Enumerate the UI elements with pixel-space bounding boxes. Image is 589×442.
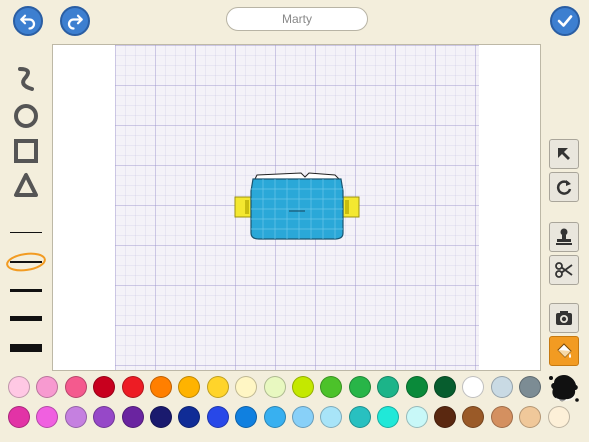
color-swatch[interactable] — [434, 376, 456, 398]
color-swatch[interactable] — [263, 376, 286, 398]
camera-icon — [556, 311, 572, 325]
drawing-canvas[interactable] — [52, 44, 541, 371]
freehand-tool[interactable] — [8, 64, 44, 94]
line-width-3[interactable] — [10, 289, 42, 292]
paint-bucket-icon — [557, 343, 572, 358]
color-swatch[interactable] — [206, 406, 229, 428]
stamp-tool-button[interactable] — [549, 222, 579, 252]
ink-splat-icon[interactable] — [548, 372, 580, 404]
color-swatch[interactable] — [490, 376, 513, 398]
color-swatch[interactable] — [348, 376, 371, 398]
line-width-4[interactable] — [10, 316, 42, 321]
triangle-tool[interactable] — [8, 170, 44, 200]
checkmark-icon — [557, 15, 573, 27]
color-swatch[interactable] — [547, 406, 570, 428]
color-swatch[interactable] — [93, 406, 116, 428]
rectangle-icon — [14, 139, 38, 163]
color-swatch[interactable] — [178, 376, 201, 398]
color-swatch[interactable] — [206, 376, 229, 398]
color-swatch[interactable] — [320, 406, 343, 428]
sprite-name-field[interactable]: Marty — [226, 7, 368, 31]
rectangle-tool[interactable] — [8, 136, 44, 166]
color-swatch[interactable] — [377, 376, 400, 398]
done-button[interactable] — [550, 6, 580, 36]
camera-tool-button[interactable] — [549, 303, 579, 333]
color-swatch[interactable] — [434, 406, 456, 428]
color-swatch[interactable] — [121, 406, 144, 428]
arrow-pointer-icon — [558, 148, 570, 160]
select-tool-button[interactable] — [549, 139, 579, 169]
color-swatch[interactable] — [462, 406, 485, 428]
color-swatch[interactable] — [235, 406, 258, 428]
color-swatch[interactable] — [93, 376, 116, 398]
ellipse-tool[interactable] — [8, 101, 44, 131]
color-swatch[interactable] — [292, 406, 314, 428]
color-swatch[interactable] — [405, 376, 428, 398]
color-swatch[interactable] — [64, 406, 87, 428]
scissors-icon — [555, 262, 573, 278]
undo-arrow-icon — [20, 14, 36, 30]
redo-arrow-icon — [67, 14, 83, 30]
paint-bucket-tool-button[interactable] — [549, 336, 579, 366]
line-width-1[interactable] — [10, 232, 42, 233]
color-swatch[interactable] — [150, 376, 172, 398]
color-swatch[interactable] — [320, 376, 343, 398]
cut-tool-button[interactable] — [549, 255, 579, 285]
color-swatch[interactable] — [178, 406, 201, 428]
color-swatch[interactable] — [263, 406, 286, 428]
selected-ring-icon — [6, 252, 46, 272]
color-swatch[interactable] — [150, 406, 172, 428]
color-swatch[interactable] — [348, 406, 371, 428]
color-swatch[interactable] — [36, 406, 59, 428]
color-swatch[interactable] — [462, 376, 485, 398]
rotate-icon — [556, 180, 572, 195]
canvas-sprite[interactable] — [231, 169, 363, 243]
color-swatch[interactable] — [8, 406, 30, 428]
undo-button[interactable] — [13, 6, 43, 36]
color-swatch[interactable] — [377, 406, 400, 428]
rotate-tool-button[interactable] — [549, 172, 579, 202]
stamp-icon — [556, 228, 572, 245]
squiggle-icon — [18, 67, 34, 91]
color-swatch[interactable] — [490, 406, 513, 428]
triangle-icon — [14, 173, 38, 197]
color-swatch[interactable] — [519, 376, 542, 398]
color-swatch[interactable] — [405, 406, 428, 428]
color-swatch[interactable] — [235, 376, 258, 398]
color-swatch[interactable] — [121, 376, 144, 398]
color-swatch[interactable] — [64, 376, 87, 398]
color-swatch[interactable] — [519, 406, 542, 428]
color-swatch[interactable] — [8, 376, 30, 398]
color-swatch[interactable] — [36, 376, 59, 398]
redo-button[interactable] — [60, 6, 90, 36]
color-swatch[interactable] — [292, 376, 314, 398]
line-width-5[interactable] — [10, 344, 42, 352]
ellipse-icon — [14, 104, 38, 128]
